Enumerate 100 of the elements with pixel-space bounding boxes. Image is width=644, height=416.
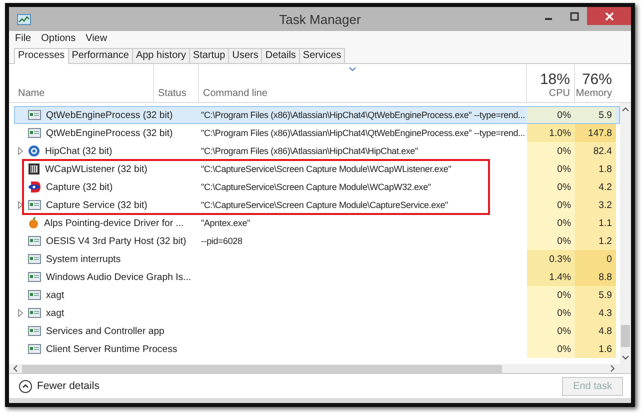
chat-bubble-icon (28, 145, 40, 157)
sort-caret-icon (349, 67, 356, 71)
memory-cell: 4.2 (575, 178, 616, 196)
app-window-icon (28, 236, 41, 246)
collapse-caret-icon (19, 380, 32, 392)
memory-cell: 1.2 (575, 232, 616, 250)
command-line-text: "C:\CaptureService\Screen Capture Module\CaptureService.exe" (201, 200, 448, 210)
cpu-cell: 0% (527, 178, 575, 196)
cpu-cell: 0% (527, 160, 575, 178)
menu-item[interactable]: Options (41, 33, 76, 44)
app-window-icon (28, 272, 41, 282)
cpu-cell: 0% (527, 106, 575, 124)
cpu-cell: 1.4% (527, 268, 575, 286)
column-header[interactable]: Status (158, 88, 194, 99)
process-name: WCapWListener (32 bit) (45, 164, 148, 174)
expand-arrow-icon[interactable] (18, 201, 23, 209)
cpu-cell: 0% (527, 196, 575, 214)
tab[interactable]: Details (261, 48, 300, 63)
memory-cell: 5.9 (575, 286, 616, 304)
app-window-icon (28, 128, 41, 138)
minimize-icon (544, 18, 552, 20)
film-strip-icon (28, 163, 40, 175)
scrollbar-thumb[interactable] (22, 364, 502, 372)
horizontal-scrollbar[interactable] (9, 364, 631, 373)
menu-item[interactable]: View (86, 33, 108, 44)
tab[interactable]: App history (132, 48, 190, 63)
process-name: Services and Controller app (46, 326, 164, 336)
memory-total: 76% (582, 71, 612, 88)
memory-cell: 8.8 (575, 268, 616, 286)
fewer-details-button[interactable]: Fewer details (19, 380, 100, 392)
memory-cell: 1.1 (575, 214, 616, 232)
cpu-cell: 0% (527, 232, 575, 250)
memory-cell: 4.8 (575, 322, 616, 340)
memory-cell: 82.4 (575, 142, 616, 160)
process-name: xagt (46, 290, 64, 300)
column-header[interactable]: CPU (548, 88, 570, 99)
cpu-cell: 0% (527, 322, 575, 340)
cpu-total: 18% (540, 71, 570, 88)
expand-arrow-icon[interactable] (18, 147, 23, 155)
scroll-left-icon[interactable] (13, 365, 18, 372)
process-name: System interrupts (46, 254, 121, 264)
cpu-cell: 0.3% (527, 250, 575, 268)
process-name: Capture Service (32 bit) (46, 200, 148, 210)
memory-cell: 0 (575, 250, 616, 268)
memory-cell: 5.9 (575, 106, 616, 124)
process-name: QtWebEngineProcess (32 bit) (46, 128, 173, 138)
cpu-cell: 0% (527, 286, 575, 304)
tab[interactable]: Startup (188, 48, 230, 63)
scrollbar-thumb[interactable] (621, 325, 630, 347)
vertical-scrollbar[interactable] (620, 103, 631, 364)
expand-arrow-icon[interactable] (18, 309, 23, 317)
capture-logo-icon (28, 181, 41, 193)
command-line-text: "C:\CaptureService\Screen Capture Module\WCapWListener.exe" (201, 164, 452, 174)
scroll-right-icon[interactable] (610, 365, 615, 372)
app-window-icon (28, 254, 41, 264)
tab[interactable]: Performance (68, 48, 133, 63)
command-line-text: "C:\Program Files (x86)\Atlassian\HipChat4\QtWebEngineProcess.exe" --type=rend... (201, 110, 525, 120)
command-line-text: "C:\Program Files (x86)\Atlassian\HipChat4\QtWebEngineProcess.exe" --type=rend... (201, 128, 525, 138)
memory-cell: 3.2 (575, 196, 616, 214)
command-line-text: "C:\CaptureService\Screen Capture Module\WCapW32.exe" (201, 182, 431, 192)
column-header[interactable]: Command line (203, 88, 522, 99)
column-header[interactable]: Name (18, 88, 149, 99)
process-name: Windows Audio Device Graph Is... (46, 272, 192, 282)
cpu-cell: 0% (527, 340, 575, 358)
cpu-cell: 0% (527, 304, 575, 322)
command-line-text: --pid=6028 (201, 236, 242, 246)
close-button[interactable] (587, 7, 631, 25)
tab[interactable]: Services (298, 48, 346, 63)
selected-row[interactable]: QtWebEngineProcess (32 bit) "C:\Program Files (x86)\Atlassian\HipChat4\QtWebEngineProcess.exe" --type=rend... 0% 5.9 (14, 106, 620, 124)
app-window-icon (28, 326, 41, 336)
process-name: Client Server Runtime Process (46, 344, 178, 354)
column-header[interactable]: Memory (576, 88, 612, 99)
memory-cell: 1.8 (575, 160, 616, 178)
scroll-up-icon[interactable] (622, 107, 629, 112)
fruit-icon (28, 217, 39, 229)
process-name: HipChat (32 bit) (45, 146, 112, 156)
cpu-cell: 0% (527, 142, 575, 160)
app-window-icon (28, 200, 41, 210)
app-window-icon (28, 290, 41, 300)
command-line-text: "Apntex.exe" (201, 218, 250, 228)
window-title: Task Manager (279, 12, 361, 26)
process-name: OESIS V4 3rd Party Host (32 bit) (46, 236, 186, 246)
maximize-icon (570, 12, 578, 20)
memory-cell: 4.3 (575, 304, 616, 322)
app-icon (17, 14, 31, 24)
process-name: Alps Pointing-device Driver for ... (44, 218, 184, 228)
menu-item[interactable]: File (15, 33, 32, 44)
process-name: Capture (32 bit) (46, 182, 113, 192)
memory-cell: 147.8 (575, 124, 616, 142)
tab[interactable]: Processes (14, 48, 69, 64)
command-line-text: "C:\Program Files (x86)\Atlassian\HipChat4\HipChat.exe" (201, 146, 418, 156)
process-name: QtWebEngineProcess (32 bit) (46, 110, 173, 120)
tab[interactable]: Users (228, 48, 262, 63)
scroll-down-icon[interactable] (622, 355, 629, 360)
app-window-icon (28, 110, 41, 120)
cpu-cell: 0% (527, 214, 575, 232)
cpu-cell: 1.0% (527, 124, 575, 142)
close-icon (604, 12, 614, 20)
memory-cell: 1.6 (575, 340, 616, 358)
process-name: xagt (46, 308, 64, 318)
